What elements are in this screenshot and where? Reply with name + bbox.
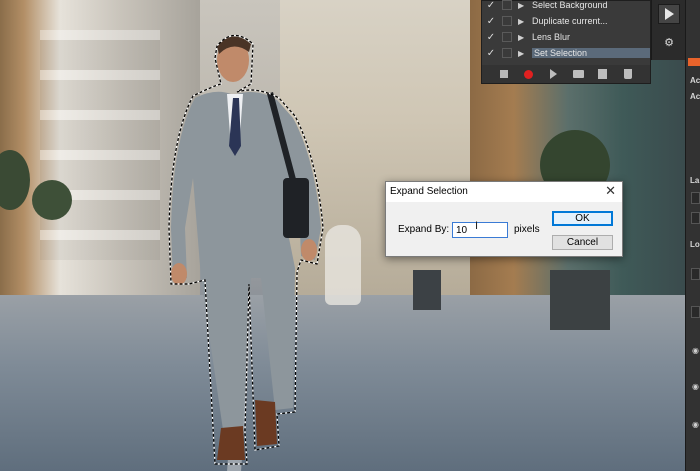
background-bush bbox=[32, 180, 72, 220]
new-action-icon[interactable] bbox=[597, 68, 609, 80]
close-icon[interactable]: ✕ bbox=[605, 184, 616, 198]
eye-icon[interactable]: ◉ bbox=[692, 382, 699, 391]
checkmark-icon[interactable]: ✓ bbox=[482, 16, 500, 27]
side-panel-label: Lo bbox=[690, 240, 700, 249]
expand-triangle-icon[interactable]: ▶ bbox=[518, 1, 532, 10]
panel-dock-strip: ⚙ bbox=[651, 0, 685, 60]
action-row[interactable]: ✓ ▶ Select Background bbox=[482, 0, 650, 13]
dialog-toggle-box[interactable] bbox=[502, 48, 512, 58]
checkmark-icon[interactable]: ✓ bbox=[482, 0, 500, 11]
action-row-selected[interactable]: ✓ ▶ Set Selection bbox=[482, 45, 650, 61]
trash-icon[interactable] bbox=[622, 68, 634, 80]
action-row[interactable]: ✓ ▶ Duplicate current... bbox=[482, 13, 650, 29]
side-panel bbox=[685, 0, 700, 471]
expand-by-input[interactable] bbox=[452, 222, 508, 238]
side-panel-label: Ac bbox=[690, 76, 700, 85]
action-label: Set Selection bbox=[532, 48, 650, 58]
play-icon bbox=[664, 8, 674, 20]
stop-icon[interactable] bbox=[498, 68, 510, 80]
action-label: Duplicate current... bbox=[532, 16, 608, 26]
checkmark-icon[interactable]: ✓ bbox=[482, 48, 500, 59]
action-label: Lens Blur bbox=[532, 32, 571, 42]
selected-subject[interactable] bbox=[165, 28, 335, 468]
record-icon[interactable] bbox=[523, 68, 535, 80]
unit-label: pixels bbox=[514, 224, 540, 235]
ok-button[interactable]: OK bbox=[552, 211, 613, 226]
cancel-button[interactable]: Cancel bbox=[552, 235, 613, 250]
actions-panel-button[interactable] bbox=[658, 4, 680, 24]
expand-by-label: Expand By: bbox=[398, 224, 450, 235]
expand-selection-dialog: Expand Selection ✕ Expand By: I pixels O… bbox=[385, 181, 623, 257]
accent-swatch bbox=[688, 58, 700, 66]
actions-panel: ✓ ▶ Select Background ✓ ▶ Duplicate curr… bbox=[481, 0, 651, 84]
background-bin bbox=[413, 270, 441, 310]
side-panel-label: La bbox=[690, 176, 700, 185]
layer-thumbnail[interactable] bbox=[691, 268, 700, 280]
side-panel-field[interactable] bbox=[691, 192, 700, 204]
side-panel-label: Ac bbox=[690, 92, 700, 101]
dialog-titlebar[interactable]: Expand Selection ✕ bbox=[386, 182, 622, 202]
eye-icon[interactable]: ◉ bbox=[692, 346, 699, 355]
expand-triangle-icon[interactable]: ▶ bbox=[518, 49, 532, 58]
expand-triangle-icon[interactable]: ▶ bbox=[518, 17, 532, 26]
action-label: Select Background bbox=[532, 0, 608, 10]
side-panel-field[interactable] bbox=[691, 212, 700, 224]
subject-silhouette bbox=[168, 34, 324, 465]
building-windows bbox=[40, 30, 160, 260]
expand-triangle-icon[interactable]: ▶ bbox=[518, 33, 532, 42]
dialog-title: Expand Selection bbox=[390, 186, 468, 197]
dialog-toggle-box[interactable] bbox=[502, 16, 512, 26]
actions-toolbar bbox=[482, 65, 650, 83]
dialog-toggle-box[interactable] bbox=[502, 0, 512, 10]
eye-icon[interactable]: ◉ bbox=[692, 420, 699, 429]
play-icon[interactable] bbox=[548, 68, 560, 80]
layer-thumbnail[interactable] bbox=[691, 306, 700, 318]
dialog-toggle-box[interactable] bbox=[502, 32, 512, 42]
properties-panel-icon[interactable]: ⚙ bbox=[661, 36, 677, 52]
folder-icon[interactable] bbox=[572, 68, 584, 80]
checkmark-icon[interactable]: ✓ bbox=[482, 32, 500, 43]
action-row[interactable]: ✓ ▶ Lens Blur bbox=[482, 29, 650, 45]
background-planter bbox=[550, 270, 610, 330]
